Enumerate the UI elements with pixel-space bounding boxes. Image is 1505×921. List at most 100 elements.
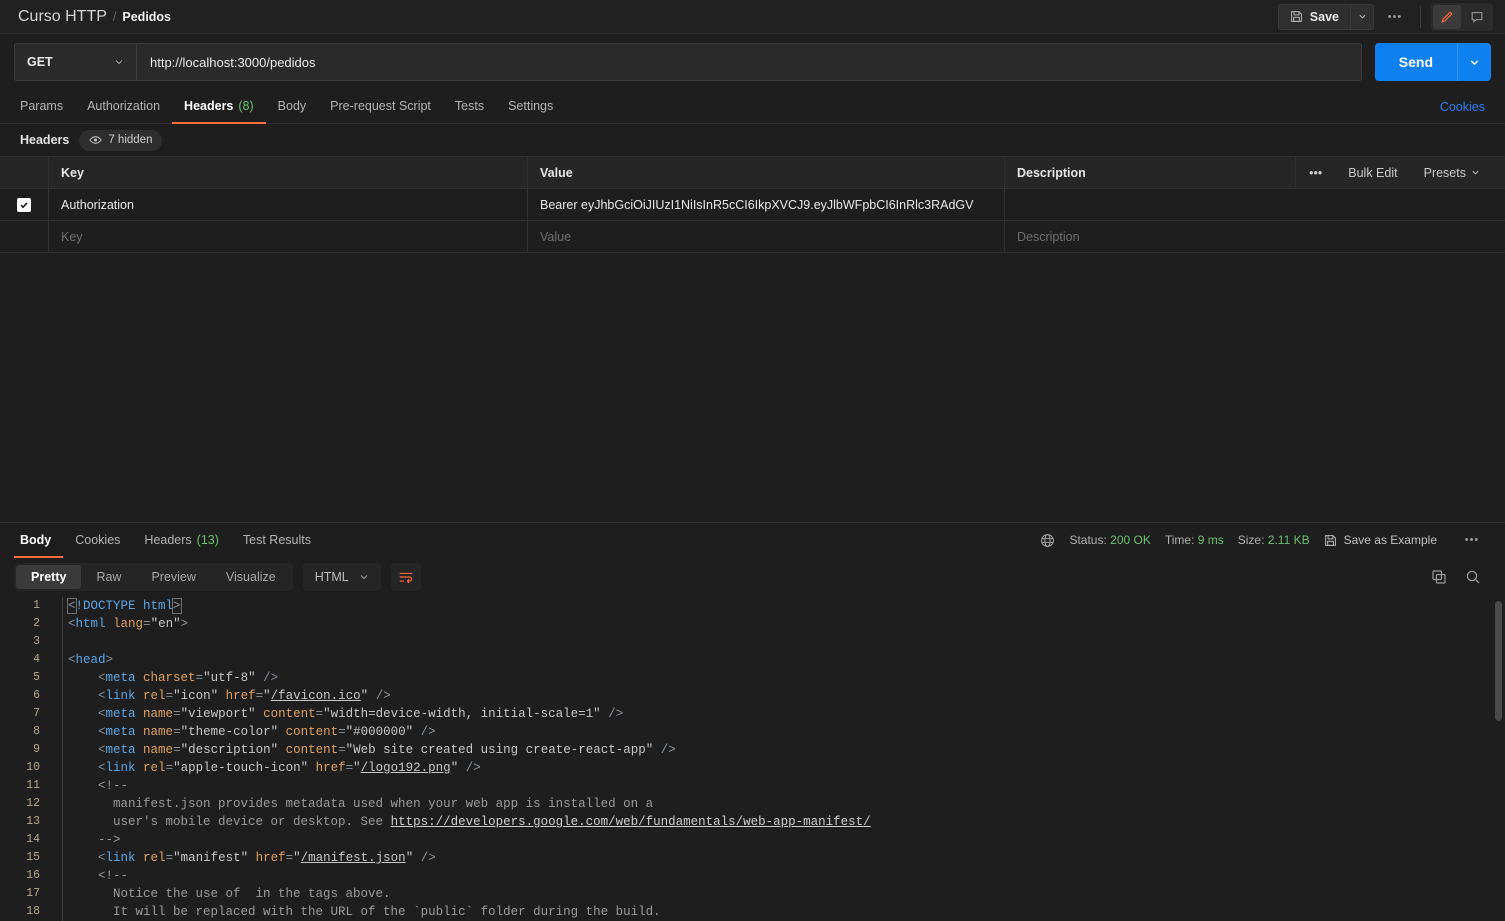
top-bar-actions: Save ••• xyxy=(1277,2,1493,31)
code-line: 14 --> xyxy=(0,831,1505,849)
tab-pre-request-script[interactable]: Pre-request Script xyxy=(318,90,443,124)
send-group: Send xyxy=(1374,43,1491,81)
search-icon[interactable] xyxy=(1465,569,1481,585)
tab-settings[interactable]: Settings xyxy=(496,90,565,124)
code-token: < xyxy=(98,851,106,865)
code-token: < xyxy=(98,725,106,739)
code-token: charset xyxy=(143,671,196,685)
code-token: < xyxy=(67,598,77,614)
code-line: 11 <!-- xyxy=(0,777,1505,795)
response-tab-headers[interactable]: Headers (13) xyxy=(132,523,230,558)
table-row-placeholder[interactable]: Key Value Description xyxy=(0,221,1505,253)
code-token: href xyxy=(255,851,286,865)
view-mode-visualize[interactable]: Visualize xyxy=(211,565,291,589)
bulk-edit-button[interactable]: Bulk Edit xyxy=(1335,157,1410,188)
code-token: rel xyxy=(143,851,166,865)
send-dropdown-button[interactable] xyxy=(1457,43,1491,81)
line-number: 4 xyxy=(33,653,40,666)
table-row[interactable]: Authorization Bearer eyJhbGciOiJIUzI1NiI… xyxy=(0,189,1505,221)
view-mode-raw[interactable]: Raw xyxy=(81,565,136,589)
http-method-select[interactable]: GET xyxy=(15,44,137,80)
response-more-options-button[interactable]: ••• xyxy=(1457,527,1487,553)
status-badge: Status: 200 OK xyxy=(1069,533,1150,547)
code-token: Notice the use of in the tags above. xyxy=(113,887,391,901)
chevron-down-icon xyxy=(1358,12,1367,21)
save-dropdown-button[interactable] xyxy=(1350,3,1374,30)
line-number: 16 xyxy=(26,869,40,882)
chevron-down-icon xyxy=(1471,168,1480,177)
code-token: /> xyxy=(413,725,436,739)
size-badge: Size: 2.11 KB xyxy=(1238,533,1310,547)
code-line: 4 <head> xyxy=(0,651,1505,669)
code-line-source: <!DOCTYPE html> xyxy=(52,597,182,615)
response-tab-test-results[interactable]: Test Results xyxy=(231,523,323,558)
code-token: name xyxy=(143,743,174,757)
comments-button[interactable] xyxy=(1463,5,1491,29)
response-toolbar-right xyxy=(1431,569,1491,585)
new-key-input[interactable]: Key xyxy=(49,221,528,252)
code-token: link xyxy=(105,761,144,775)
headers-more-button[interactable]: ••• xyxy=(1296,157,1335,188)
wrap-lines-button[interactable] xyxy=(390,563,421,591)
cookies-link[interactable]: Cookies xyxy=(1440,90,1491,123)
row-value-input[interactable]: Bearer eyJhbGciOiJIUzI1NiIsInR5cCI6IkpXV… xyxy=(528,189,1005,220)
line-number: 18 xyxy=(26,905,40,918)
breadcrumb-collection[interactable]: Curso HTTP xyxy=(18,8,107,26)
code-token: = xyxy=(143,617,151,631)
send-button[interactable]: Send xyxy=(1374,43,1457,81)
code-token: = xyxy=(195,671,204,685)
presets-button[interactable]: Presets xyxy=(1411,157,1493,188)
code-token: "manifest" xyxy=(173,851,249,865)
tab-tests[interactable]: Tests xyxy=(443,90,496,124)
new-description-input[interactable]: Description xyxy=(1005,221,1505,252)
time-badge: Time: 9 ms xyxy=(1165,533,1224,547)
line-number: 2 xyxy=(33,617,40,630)
row-enabled-checkbox[interactable] xyxy=(17,197,31,212)
row-key-input[interactable]: Authorization xyxy=(49,189,528,220)
tab-label: Body xyxy=(277,99,307,113)
tab-headers[interactable]: Headers (8) xyxy=(172,90,266,124)
right-panel-toggle-group xyxy=(1431,2,1493,31)
code-token: " xyxy=(263,689,271,703)
edit-documentation-button[interactable] xyxy=(1433,4,1461,29)
save-as-example-button[interactable]: Save as Example xyxy=(1324,533,1437,547)
headers-table: Key Value Description ••• Bulk Edit Pres… xyxy=(0,156,1505,253)
code-token: < xyxy=(68,617,76,631)
response-body-editor[interactable]: 1 <!DOCTYPE html> 2 <html lang="en"> 3 4 <head… xyxy=(0,597,1505,921)
code-token: meta xyxy=(105,743,144,757)
pencil-icon xyxy=(1440,10,1454,24)
url-input[interactable]: http://localhost:3000/pedidos xyxy=(137,44,1361,80)
response-tab-cookies[interactable]: Cookies xyxy=(63,523,132,558)
response-status-bar: Status: 200 OK Time: 9 ms Size: 2.11 KB … xyxy=(1040,523,1491,557)
placeholder-checkbox-cell xyxy=(0,221,49,252)
tab-label: Params xyxy=(20,99,64,113)
code-token: = xyxy=(338,743,346,757)
view-mode-preview[interactable]: Preview xyxy=(136,565,210,589)
hidden-headers-toggle[interactable]: 7 hidden xyxy=(79,129,163,151)
row-description-input[interactable] xyxy=(1005,189,1505,220)
request-more-options-button[interactable]: ••• xyxy=(1380,4,1410,30)
code-token: <!-- xyxy=(98,869,129,883)
tab-authorization[interactable]: Authorization xyxy=(75,90,172,124)
code-token: = xyxy=(315,707,324,721)
copy-icon[interactable] xyxy=(1431,569,1447,585)
eye-icon xyxy=(89,135,103,145)
view-mode-pretty[interactable]: Pretty xyxy=(16,565,82,589)
tab-label: Headers xyxy=(184,99,234,113)
code-line: 17 Notice the use of in the tags above. xyxy=(0,885,1505,903)
code-token: "apple-touch-icon" xyxy=(173,761,309,775)
save-button[interactable]: Save xyxy=(1277,3,1350,30)
code-token: = xyxy=(165,689,174,703)
new-value-input[interactable]: Value xyxy=(528,221,1005,252)
tab-params[interactable]: Params xyxy=(14,90,75,124)
editor-scrollbar[interactable] xyxy=(1495,601,1502,721)
code-token: < xyxy=(98,671,106,685)
code-token: < xyxy=(98,761,106,775)
response-tab-body[interactable]: Body xyxy=(14,523,64,558)
comment-icon xyxy=(1470,10,1484,24)
response-language-select[interactable]: HTML xyxy=(302,563,381,591)
tab-body[interactable]: Body xyxy=(266,90,319,124)
